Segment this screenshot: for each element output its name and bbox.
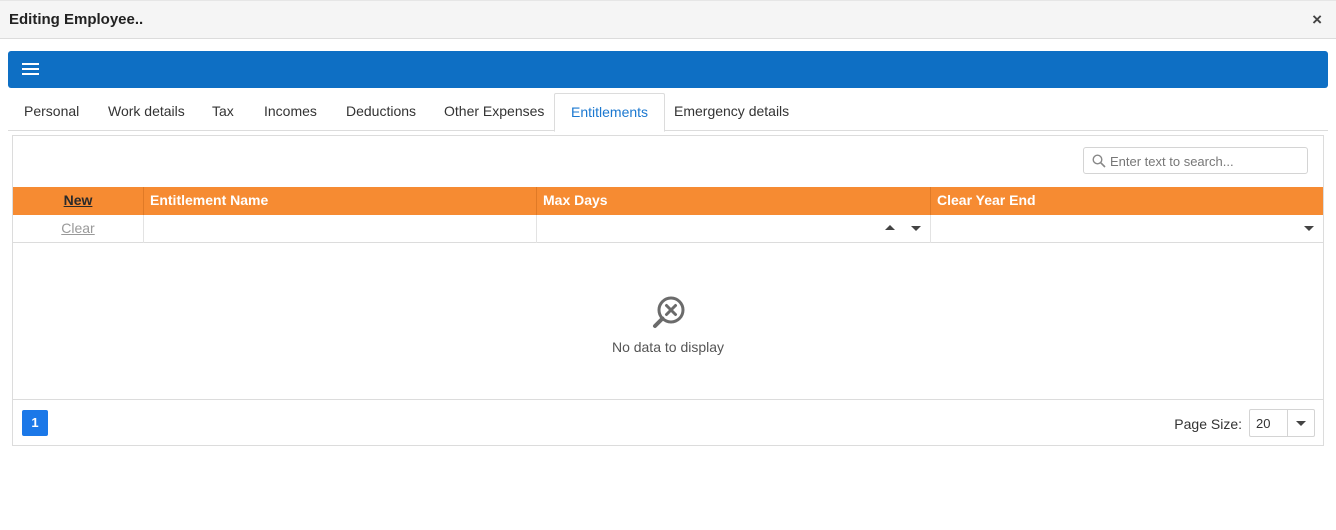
filter-row: Clear [13,215,1323,243]
page-button-1[interactable]: 1 [22,410,48,436]
empty-message: No data to display [611,339,725,355]
tab-bar: Personal Work details Tax Incomes Deduct… [8,93,1328,132]
search-box[interactable] [1083,147,1308,174]
tab-tax[interactable]: Tax [196,93,250,131]
chevron-down-icon[interactable] [1304,226,1314,231]
window-titlebar: Editing Employee.. × [0,0,1336,39]
tab-emergency-details[interactable]: Emergency details [658,93,805,131]
tab-other-expenses[interactable]: Other Expenses [428,93,560,131]
filter-max-days[interactable] [537,215,931,243]
top-toolbar [8,51,1328,88]
no-data-icon [653,296,685,328]
select-divider [1287,410,1288,436]
spin-down-icon[interactable] [911,226,921,231]
spin-up-icon[interactable] [885,225,895,230]
search-input[interactable] [1110,151,1300,171]
page-size-select[interactable]: 20 [1249,409,1315,437]
tab-incomes[interactable]: Incomes [248,93,333,131]
search-icon [1092,154,1106,168]
clear-filter-button[interactable]: Clear [13,215,144,243]
filter-clear-year-end[interactable] [931,215,1323,243]
entitlements-panel: New Entitlement Name Max Days Clear Year… [12,135,1324,446]
new-button[interactable]: New [13,187,144,215]
pager: 1 Page Size: 20 [13,401,1323,445]
close-icon[interactable]: × [1312,11,1322,28]
chevron-down-icon[interactable] [1296,421,1306,426]
grid-header: New Entitlement Name Max Days Clear Year… [13,187,1323,215]
column-header-entitlement-name[interactable]: Entitlement Name [144,187,537,215]
column-header-clear-year-end[interactable]: Clear Year End [931,187,1323,215]
filter-entitlement-name[interactable] [144,215,537,243]
empty-state: No data to display [13,243,1323,400]
tab-personal[interactable]: Personal [8,93,95,131]
page-size-value: 20 [1256,416,1271,431]
tab-entitlements[interactable]: Entitlements [554,93,666,132]
hamburger-icon[interactable] [22,63,39,76]
tab-deductions[interactable]: Deductions [330,93,432,131]
page-size-label: Page Size: [1174,416,1242,432]
tab-work-details[interactable]: Work details [92,93,201,131]
column-header-max-days[interactable]: Max Days [537,187,931,215]
window-title: Editing Employee.. [9,11,144,28]
